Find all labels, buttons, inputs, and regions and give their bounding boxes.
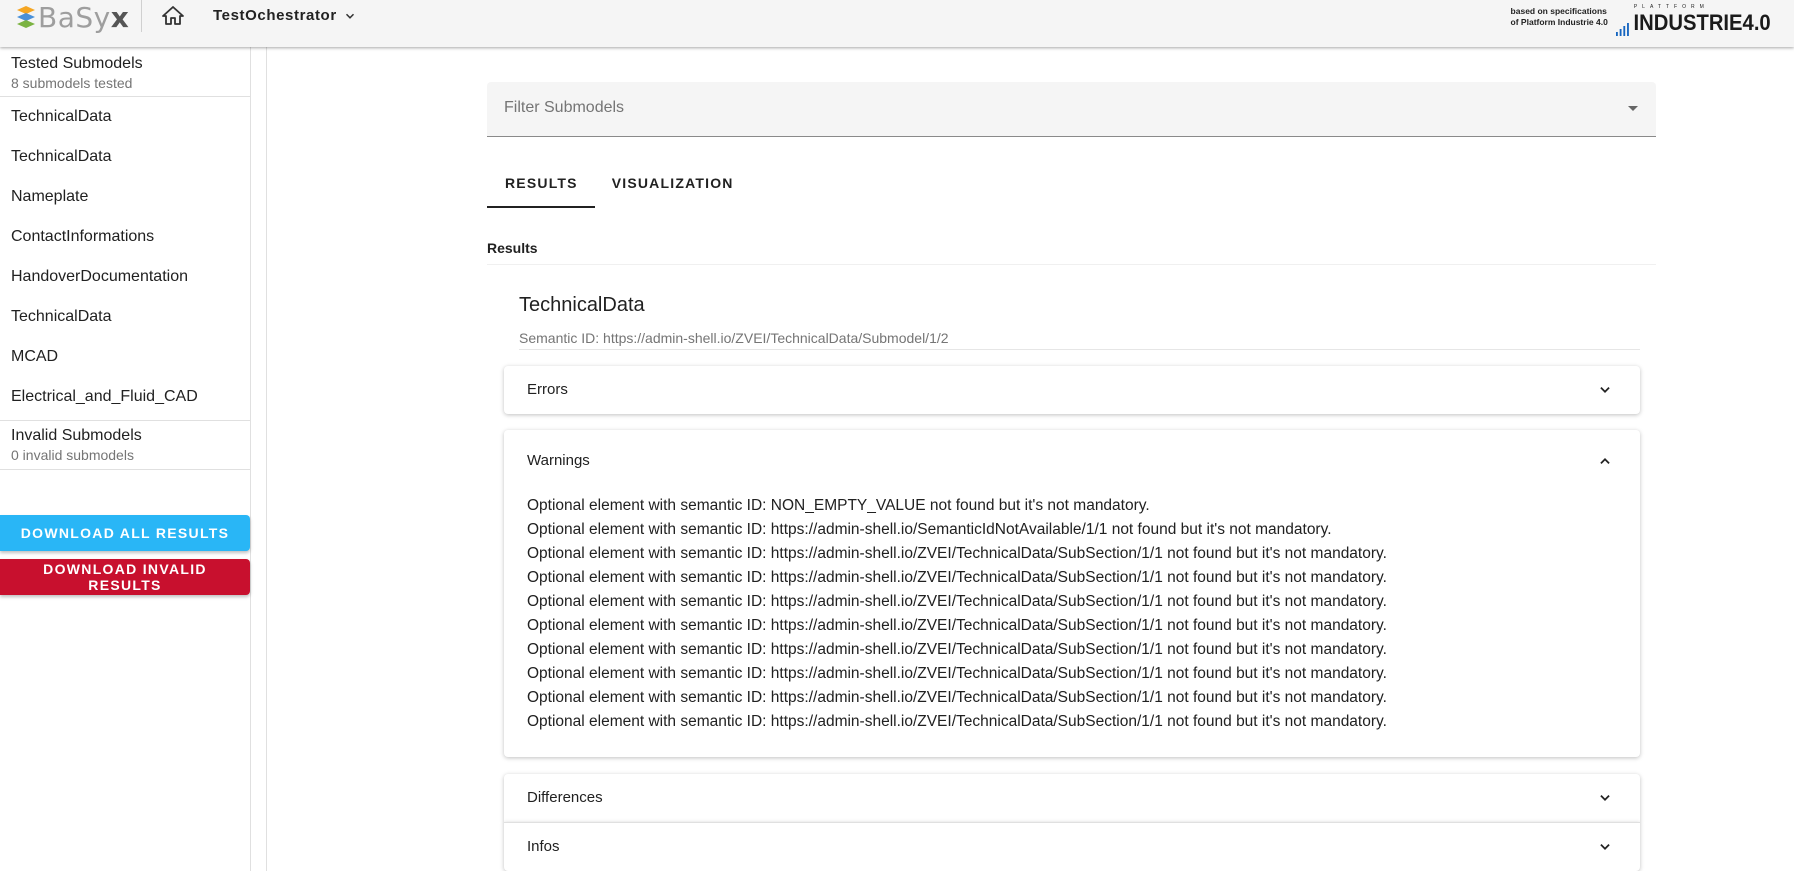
tested-submodels-header: Tested Submodels 8 submodels tested <box>0 47 250 97</box>
errors-panel-header[interactable]: Errors <box>504 366 1640 414</box>
differences-panel: Differences <box>504 774 1640 822</box>
chevron-down-icon <box>345 13 354 19</box>
errors-label: Errors <box>527 381 568 398</box>
invalid-submodels-header: Invalid Submodels 0 invalid submodels <box>0 421 250 470</box>
errors-panel: Errors <box>504 366 1640 414</box>
warning-item: Optional element with semantic ID: https… <box>527 521 1332 538</box>
result-tabs: RESULTS VISUALIZATION <box>487 162 751 208</box>
semantic-id: Semantic ID: https://admin-shell.io/ZVEI… <box>519 330 949 346</box>
app-selector[interactable]: TestOchestrator <box>213 7 357 24</box>
chevron-down-icon <box>1600 387 1610 393</box>
basyx-cube-icon <box>17 6 35 28</box>
i40-caption: based on specifications of Platform Indu… <box>1510 6 1608 27</box>
card-divider <box>519 349 1640 350</box>
logo-text: BaSyx <box>38 0 130 34</box>
submodel-list-item[interactable]: Nameplate <box>0 177 250 217</box>
basyx-logo[interactable]: BaSyx <box>16 0 130 34</box>
infos-label: Infos <box>527 838 560 855</box>
warning-item: Optional element with semantic ID: https… <box>527 545 1387 562</box>
warning-item: Optional element with semantic ID: https… <box>527 617 1387 634</box>
infos-panel: Infos <box>504 822 1640 871</box>
chevron-down-icon <box>1600 795 1610 801</box>
warnings-list: Optional element with semantic ID: NON_E… <box>504 486 1640 734</box>
home-button[interactable] <box>160 4 186 28</box>
submodel-list-item[interactable]: HandoverDocumentation <box>0 257 250 297</box>
app-bar: BaSyx TestOchestrator based on specifica… <box>0 0 1794 47</box>
home-icon <box>162 6 184 25</box>
filter-placeholder: Filter Submodels <box>504 99 625 116</box>
download-all-results-button[interactable]: DOWNLOAD ALL RESULTS <box>0 515 250 551</box>
chevron-up-icon <box>1600 458 1610 464</box>
i40-mark: PLATTFORM INDUSTRIE4.0 <box>1615 4 1784 36</box>
app-title: TestOchestrator <box>213 7 337 24</box>
infos-panel-header[interactable]: Infos <box>504 823 1640 871</box>
results-heading: Results <box>487 240 538 256</box>
tab-visualization[interactable]: VISUALIZATION <box>595 162 751 206</box>
download-invalid-results-button[interactable]: DOWNLOAD INVALID RESULTS <box>0 559 250 595</box>
differences-panel-header[interactable]: Differences <box>504 774 1640 822</box>
submodel-title: TechnicalData <box>519 294 645 316</box>
chevron-down-icon <box>1600 844 1610 850</box>
sidebar: Tested Submodels 8 submodels tested Tech… <box>0 47 251 871</box>
differences-label: Differences <box>527 789 603 806</box>
warning-item: Optional element with semantic ID: https… <box>527 641 1387 658</box>
warnings-label: Warnings <box>527 452 590 469</box>
header-divider <box>141 0 142 32</box>
warning-item: Optional element with semantic ID: https… <box>527 713 1387 730</box>
warning-item: Optional element with semantic ID: NON_E… <box>527 497 1150 514</box>
warning-item: Optional element with semantic ID: https… <box>527 689 1387 706</box>
filter-submodels-select[interactable]: Filter Submodels <box>487 82 1656 137</box>
i40-bars-icon <box>1615 22 1631 36</box>
industrie40-logo: based on specifications of Platform Indu… <box>1511 4 1784 36</box>
tab-results[interactable]: RESULTS <box>487 162 595 208</box>
submodel-list-item[interactable]: ContactInformations <box>0 217 250 257</box>
content-divider <box>266 47 267 871</box>
warning-item: Optional element with semantic ID: https… <box>527 665 1387 682</box>
warning-item: Optional element with semantic ID: https… <box>527 569 1387 586</box>
warning-item: Optional element with semantic ID: https… <box>527 593 1387 610</box>
results-divider <box>487 264 1656 265</box>
arrow-drop-down-icon[interactable] <box>1628 106 1638 111</box>
submodel-list-item[interactable]: TechnicalData <box>0 137 250 177</box>
submodel-list-item[interactable]: Electrical_and_Fluid_CAD <box>0 377 250 417</box>
submodel-list-item[interactable]: TechnicalData <box>0 297 250 337</box>
submodel-list-item[interactable]: MCAD <box>0 337 250 377</box>
warnings-panel: Warnings Optional element with semantic … <box>504 430 1640 757</box>
submodel-list-item[interactable]: TechnicalData <box>0 97 250 137</box>
submodel-list: TechnicalData TechnicalData Nameplate Co… <box>0 97 250 421</box>
warnings-panel-header[interactable]: Warnings <box>504 430 1640 486</box>
